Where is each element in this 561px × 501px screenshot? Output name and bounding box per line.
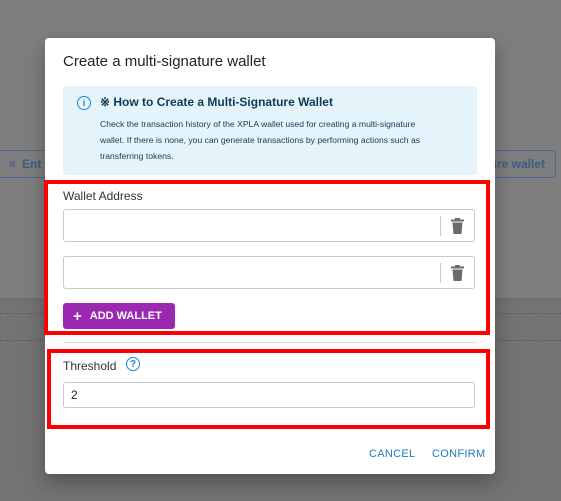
highlight-box-wallet-section [44, 180, 490, 335]
info-line: transferring tokens. [100, 151, 174, 161]
list-edit-icon: ≡ [9, 157, 17, 171]
background-enter-label: Ent [22, 157, 42, 171]
section-divider [63, 342, 477, 343]
highlight-box-threshold-section [47, 349, 490, 429]
info-line: Check the transaction history of the XPL… [100, 119, 416, 129]
background-wallet-label: ure wallet [489, 157, 545, 171]
confirm-button[interactable]: CONFIRM [432, 448, 485, 460]
background-enter-button[interactable]: ≡ Ent [0, 150, 50, 178]
info-text: Check the transaction history of the XPL… [100, 116, 462, 164]
info-icon: i [77, 96, 91, 110]
cancel-button[interactable]: CANCEL [369, 448, 415, 460]
info-alert: i ※ How to Create a Multi-Signature Wall… [63, 86, 477, 175]
info-title: ※ How to Create a Multi-Signature Wallet [100, 95, 333, 109]
dialog-title: Create a multi-signature wallet [63, 53, 266, 70]
info-line: wallet. If there is none, you can genera… [100, 135, 421, 145]
background-wallet-button[interactable]: ure wallet [486, 150, 556, 178]
